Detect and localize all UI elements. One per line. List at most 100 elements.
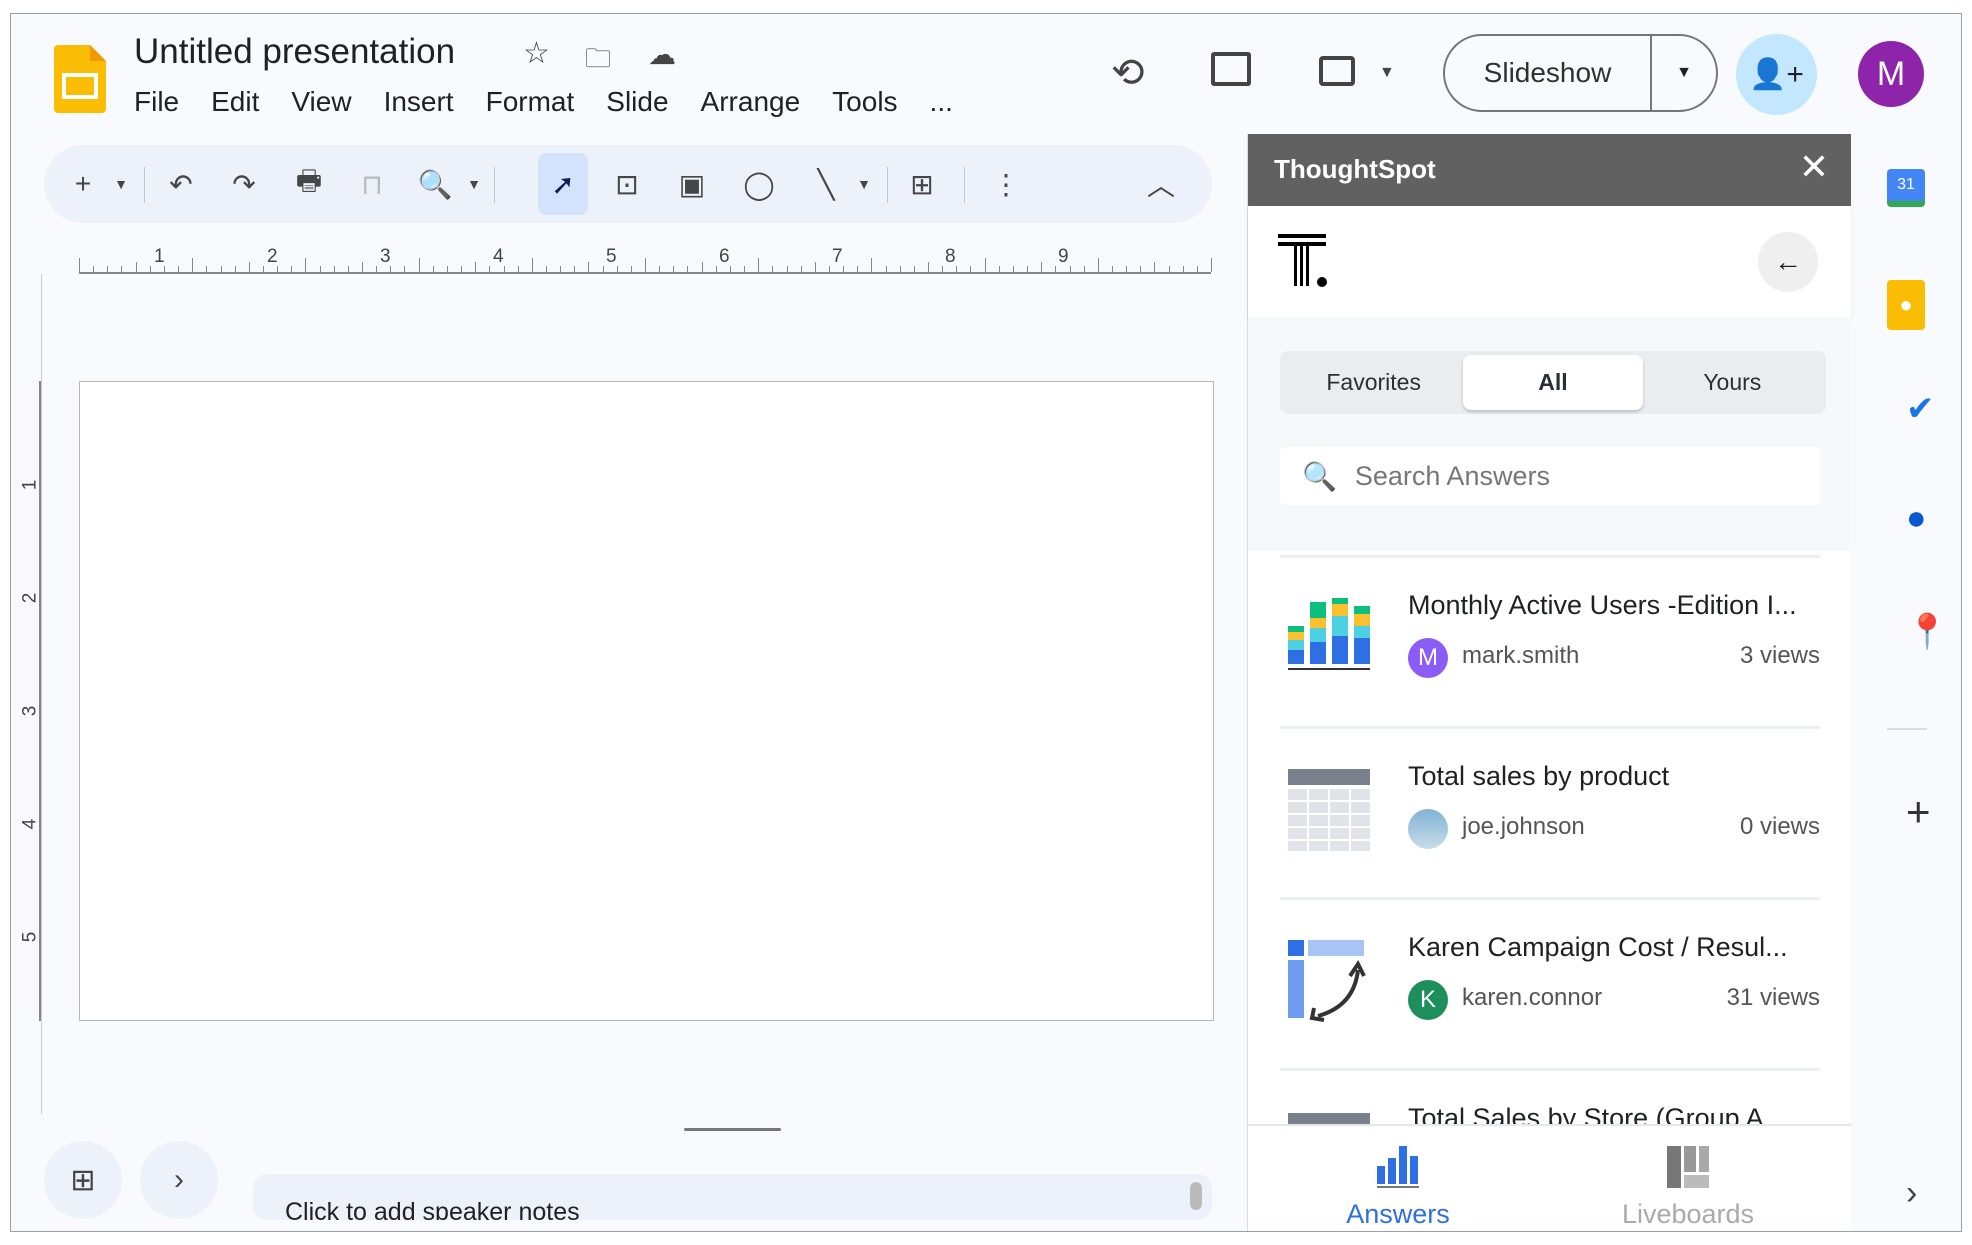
ruler-label: 4 [19, 818, 41, 830]
answer-owner: joe.johnson [1462, 813, 1585, 840]
arrow-left-icon: ← [1774, 246, 1802, 277]
menu-file[interactable]: File [134, 86, 179, 118]
list-item[interactable]: Monthly Active Users -Edition I... M mar… [1280, 555, 1820, 726]
paint-format-icon[interactable]: ⊓ [347, 159, 397, 209]
avatar [1408, 809, 1448, 849]
grid-icon: ⊞ [70, 1163, 96, 1197]
answer-title[interactable]: Monthly Active Users -Edition I... [1408, 590, 1820, 621]
table-icon [1288, 769, 1370, 851]
speaker-notes-placeholder: Click to add speaker notes [285, 1198, 580, 1220]
chevron-right-icon: › [174, 1163, 184, 1196]
pivot-icon [1288, 940, 1366, 1022]
line-dropdown-icon[interactable]: ▼ [839, 159, 889, 209]
slide-canvas[interactable] [79, 381, 1214, 1021]
undo-icon[interactable]: ↶ [156, 159, 206, 209]
star-icon[interactable]: ☆ [523, 36, 550, 71]
ruler-label: 6 [719, 246, 730, 267]
panel-logo-bar: ← [1248, 206, 1851, 317]
print-icon[interactable]: 🖶 [284, 159, 334, 209]
menu-format[interactable]: Format [486, 86, 575, 118]
tab-yours[interactable]: Yours [1643, 355, 1822, 410]
menu-slide[interactable]: Slide [606, 86, 668, 118]
comments-icon[interactable] [1211, 52, 1251, 86]
close-icon[interactable]: ✕ [1799, 146, 1829, 188]
show-side-panel-icon[interactable]: › [1906, 1174, 1917, 1213]
cloud-saved-icon[interactable]: ☁ [648, 38, 676, 71]
ruler-label: 8 [945, 246, 956, 267]
thoughtspot-panel: ThoughtSpot ✕ ← Favorites All Yours 🔍 Sea… [1247, 134, 1851, 1231]
list-item[interactable]: Total sales by product joe.johnson 0 vie… [1280, 726, 1820, 897]
share-button[interactable]: 👤+ [1736, 34, 1817, 115]
answer-owner: karen.connor [1462, 984, 1603, 1011]
ruler-label: 1 [19, 479, 41, 491]
avatar: M [1408, 638, 1448, 678]
notes-scrollbar[interactable] [1190, 1182, 1202, 1210]
nav-answers[interactable]: Answers [1308, 1146, 1488, 1230]
back-button[interactable]: ← [1758, 232, 1818, 292]
liveboard-icon [1667, 1146, 1709, 1188]
list-item[interactable]: Karen Campaign Cost / Resul... K karen.c… [1280, 897, 1820, 1068]
list-item[interactable]: Total Sales by Store (Group A [1280, 1068, 1820, 1124]
view-count: 3 views [1739, 642, 1820, 669]
document-title[interactable]: Untitled presentation [134, 32, 455, 72]
google-maps-icon[interactable]: 📍 [1906, 612, 1948, 652]
add-comment-icon[interactable]: ⊞ [897, 159, 947, 209]
google-contacts-icon[interactable]: ● [1906, 499, 1927, 538]
menu-view[interactable]: View [291, 86, 351, 118]
shape-icon[interactable]: ◯ [734, 159, 784, 209]
answer-title[interactable]: Karen Campaign Cost / Resul... [1408, 932, 1820, 963]
text-box-icon[interactable]: ⊡ [602, 159, 652, 209]
app-window: Untitled presentation ☆ 🗀 ☁ File Edit Vi… [10, 13, 1962, 1232]
version-history-icon[interactable]: ⟲ [1111, 50, 1145, 96]
google-calendar-icon[interactable]: 31 [1887, 169, 1925, 207]
panel-title: ThoughtSpot [1274, 154, 1436, 184]
menu-more[interactable]: ... [930, 86, 953, 118]
answer-title[interactable]: Total sales by product [1408, 761, 1820, 792]
nav-liveboards[interactable]: Liveboards [1588, 1146, 1788, 1230]
meet-camera-icon[interactable] [1319, 56, 1355, 86]
slideshow-dropdown-icon[interactable]: ▼ [1652, 64, 1716, 82]
horizontal-ruler: 1 2 3 4 5 6 7 8 9 [79, 246, 1212, 274]
expand-filmstrip-button[interactable]: › [140, 1141, 218, 1219]
image-icon[interactable]: ▣ [667, 159, 717, 209]
menu-edit[interactable]: Edit [211, 86, 259, 118]
notes-resize-handle[interactable] [684, 1128, 781, 1131]
ruler-label: 4 [493, 246, 504, 267]
google-tasks-icon[interactable]: ✔ [1906, 389, 1935, 429]
answer-title[interactable]: Total Sales by Store (Group A [1408, 1103, 1820, 1124]
avatar: K [1408, 980, 1448, 1020]
bar-chart-icon [1377, 1146, 1419, 1188]
ruler-label: 3 [380, 246, 391, 267]
slideshow-label: Slideshow [1483, 57, 1612, 88]
zoom-dropdown-icon[interactable]: ▼ [449, 159, 499, 209]
tab-all[interactable]: All [1463, 355, 1643, 410]
search-icon: 🔍 [1302, 460, 1337, 492]
tab-favorites[interactable]: Favorites [1284, 355, 1463, 410]
menu-insert[interactable]: Insert [384, 86, 454, 118]
collapse-toolbar-icon[interactable]: ︿ [1136, 159, 1186, 209]
meet-dropdown-icon[interactable]: ▼ [1379, 64, 1395, 82]
new-slide-dropdown-icon[interactable]: ▼ [96, 159, 146, 209]
ruler-label: 1 [154, 246, 165, 267]
more-options-icon[interactable]: ⋮ [981, 159, 1031, 209]
google-keep-icon[interactable]: ● [1887, 280, 1925, 330]
search-answers-input[interactable]: 🔍 Search Answers [1280, 447, 1820, 505]
redo-icon[interactable]: ↷ [219, 159, 269, 209]
account-avatar[interactable]: M [1858, 41, 1924, 107]
grid-view-button[interactable]: ⊞ [44, 1141, 122, 1219]
ruler-label: 2 [19, 592, 41, 604]
answer-owner: mark.smith [1462, 642, 1580, 669]
move-folder-icon[interactable]: 🗀 [585, 40, 611, 84]
ruler-label: 5 [19, 931, 41, 943]
speaker-notes[interactable]: Click to add speaker notes [253, 1174, 1212, 1220]
search-placeholder: Search Answers [1354, 460, 1550, 491]
menu-tools[interactable]: Tools [832, 86, 897, 118]
stacked-bar-chart-icon [1288, 598, 1370, 670]
slides-logo[interactable] [54, 45, 106, 113]
view-count: 31 views [1726, 984, 1820, 1011]
slideshow-button[interactable]: Slideshow ▼ [1443, 34, 1718, 112]
menu-arrange[interactable]: Arrange [701, 86, 801, 118]
get-addons-icon[interactable]: + [1906, 788, 1931, 836]
panel-header: ThoughtSpot ✕ [1248, 134, 1851, 206]
select-icon[interactable]: ➚ [538, 153, 588, 215]
